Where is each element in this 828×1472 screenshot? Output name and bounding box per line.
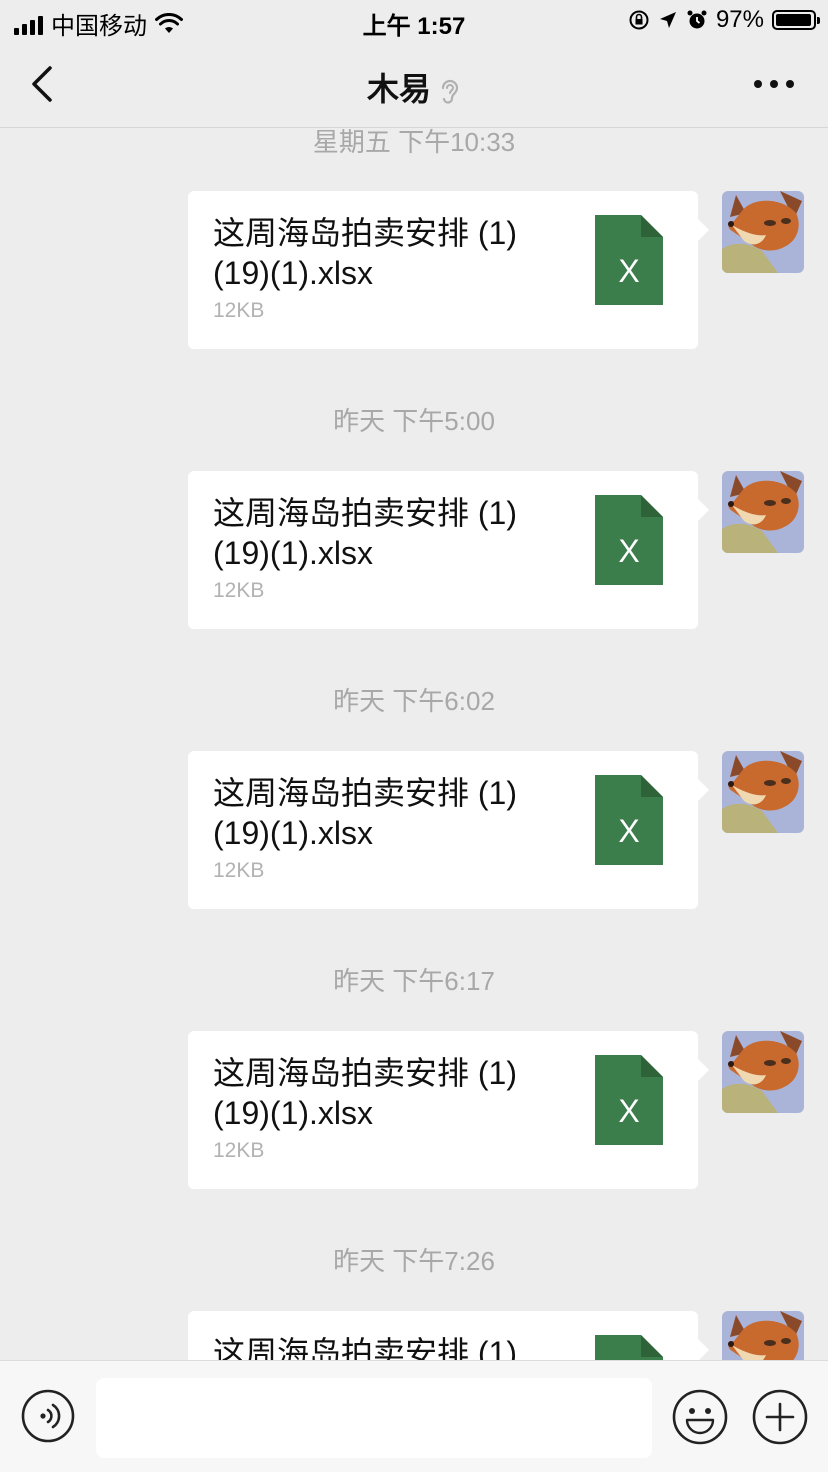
file-size: 12KB <box>213 579 265 602</box>
avatar[interactable] <box>722 1031 804 1113</box>
file-name-line: 这周海岛拍卖安排 (1) <box>213 495 518 531</box>
message-timestamp: 昨天 下午7:26 <box>333 1246 495 1276</box>
file-name-line: (19)(1).xlsx <box>213 535 374 571</box>
more-icon[interactable] <box>754 72 794 96</box>
file-message-bubble[interactable]: 这周海岛拍卖安排 (1) X <box>188 1311 709 1360</box>
file-name-line: 这周海岛拍卖安排 (1) <box>213 215 518 251</box>
xlsx-letter: X <box>618 813 639 849</box>
chat-messages[interactable]: 星期五 下午10:33 这周海岛拍卖安排 (1) (19)(1).xlsx 12… <box>0 128 828 1360</box>
file-name-line: (19)(1).xlsx <box>213 1095 374 1131</box>
file-name: 这周海岛拍卖安排 (1) <box>213 1333 553 1360</box>
file-message-bubble[interactable]: 这周海岛拍卖安排 (1) (19)(1).xlsx 12KB X <box>188 751 709 909</box>
file-name: 这周海岛拍卖安排 (1) (19)(1).xlsx <box>213 213 553 293</box>
message-timestamp: 星期五 下午10:33 <box>312 128 516 157</box>
file-name-line: 这周海岛拍卖安排 (1) <box>213 1335 518 1360</box>
battery-percent: 97% <box>715 6 764 33</box>
xlsx-file-icon: X <box>595 1055 663 1145</box>
ear-icon <box>441 79 459 104</box>
file-name-line: (19)(1).xlsx <box>213 815 374 851</box>
message-input[interactable] <box>96 1378 652 1458</box>
chat-title: 木易 <box>0 64 828 110</box>
alarm-icon <box>687 10 707 29</box>
message-timestamp: 昨天 下午5:00 <box>333 406 495 436</box>
file-name: 这周海岛拍卖安排 (1) (19)(1).xlsx <box>213 1053 553 1133</box>
file-size: 12KB <box>213 1139 265 1162</box>
voice-icon[interactable] <box>21 1389 75 1443</box>
orientation-lock-icon <box>629 10 649 30</box>
file-size: 12KB <box>213 859 265 882</box>
file-name: 这周海岛拍卖安排 (1) (19)(1).xlsx <box>213 773 553 853</box>
xlsx-letter: X <box>618 253 639 289</box>
xlsx-file-icon: X <box>595 775 663 865</box>
avatar[interactable] <box>722 191 804 273</box>
plus-icon[interactable] <box>752 1389 808 1445</box>
chat-input-bar <box>0 1360 828 1472</box>
file-message-bubble[interactable]: 这周海岛拍卖安排 (1) (19)(1).xlsx 12KB X <box>188 471 709 629</box>
file-name-line: (19)(1).xlsx <box>213 255 374 291</box>
file-size: 12KB <box>213 299 265 322</box>
message-timestamp: 昨天 下午6:17 <box>333 966 495 996</box>
file-name-line: 这周海岛拍卖安排 (1) <box>213 1055 518 1091</box>
avatar[interactable] <box>722 751 804 833</box>
xlsx-file-icon: X <box>595 495 663 585</box>
battery-icon <box>772 10 820 30</box>
location-icon <box>659 12 676 28</box>
emoji-icon[interactable] <box>672 1389 728 1445</box>
file-message-bubble[interactable]: 这周海岛拍卖安排 (1) (19)(1).xlsx 12KB X <box>188 191 709 349</box>
file-name: 这周海岛拍卖安排 (1) (19)(1).xlsx <box>213 493 553 573</box>
xlsx-file-icon: X <box>595 215 663 305</box>
message-timestamp: 昨天 下午6:02 <box>333 686 495 716</box>
file-name-line: 这周海岛拍卖安排 (1) <box>213 775 518 811</box>
nav-bar: 木易 <box>0 40 828 128</box>
xlsx-letter: X <box>618 1093 639 1129</box>
status-bar: 中国移动 上午 1:57 97% <box>0 0 828 40</box>
avatar[interactable] <box>722 471 804 553</box>
avatar[interactable] <box>722 1311 804 1360</box>
file-message-bubble[interactable]: 这周海岛拍卖安排 (1) (19)(1).xlsx 12KB X <box>188 1031 709 1189</box>
contact-name: 木易 <box>366 71 431 107</box>
xlsx-letter: X <box>618 533 639 569</box>
xlsx-file-icon: X <box>595 1335 663 1360</box>
